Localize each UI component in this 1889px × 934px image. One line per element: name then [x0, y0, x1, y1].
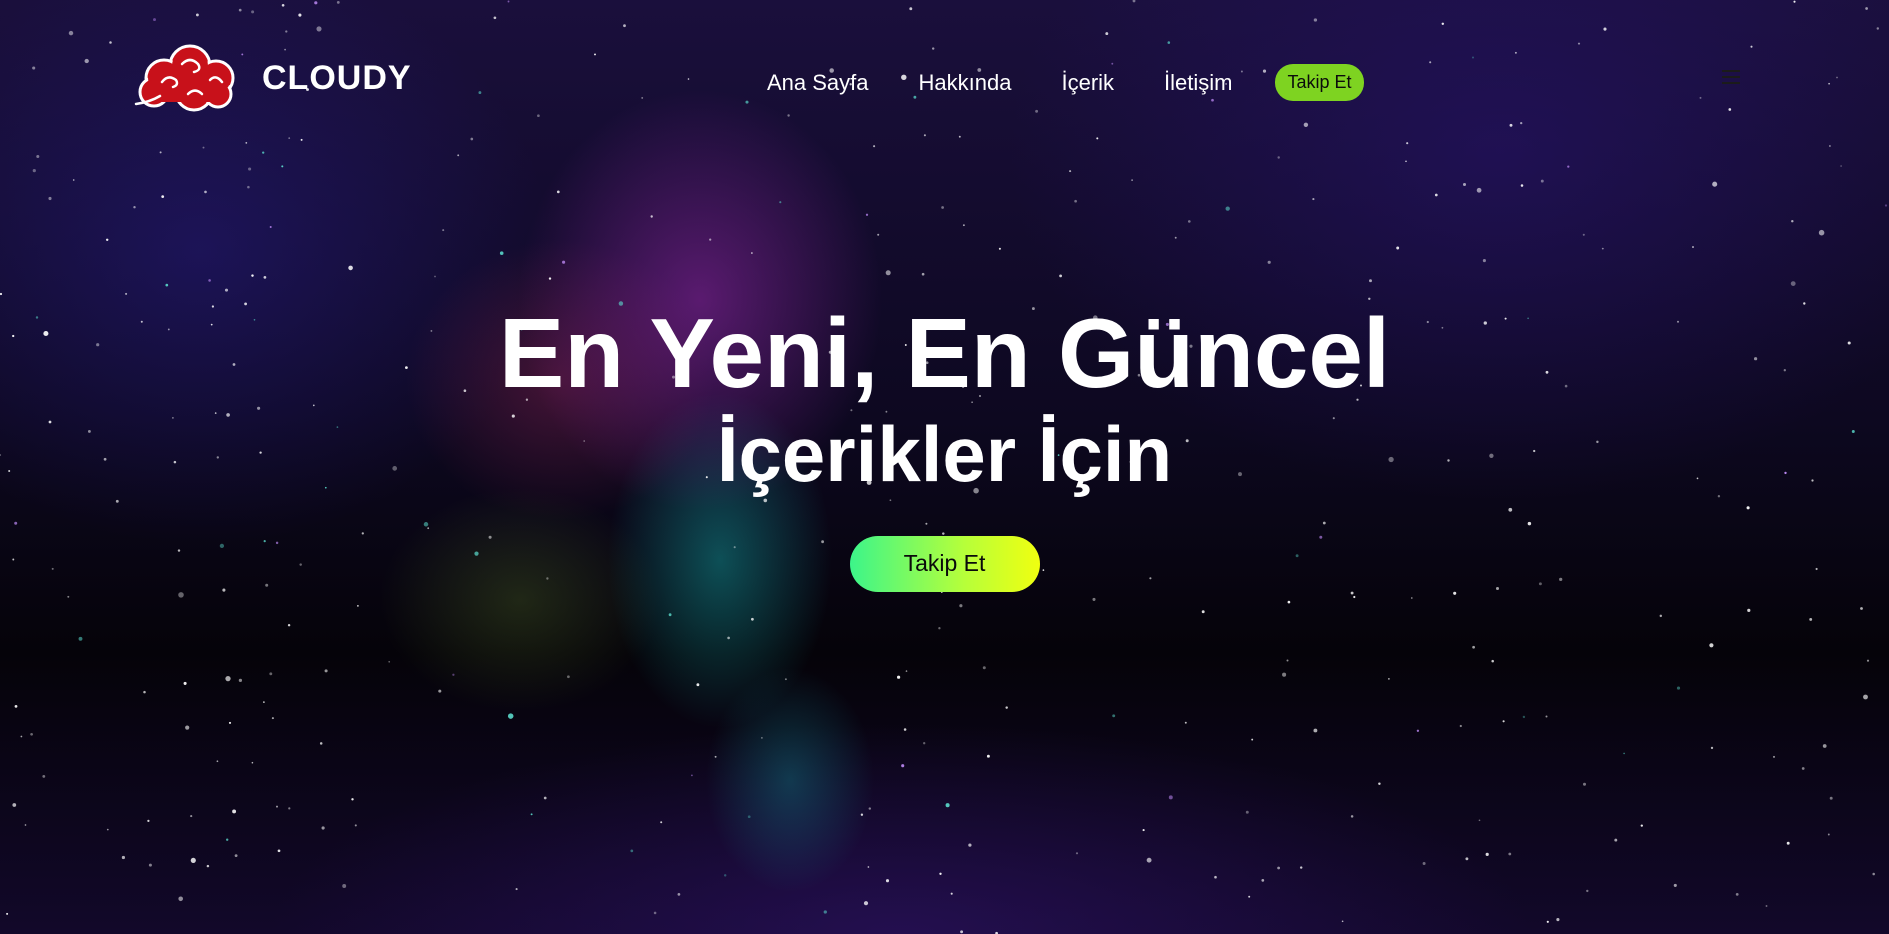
- nav-link-content[interactable]: İçerik: [1061, 70, 1114, 96]
- hero-title: En Yeni, En Güncel: [498, 298, 1391, 408]
- logo[interactable]: CLOUDY: [132, 42, 412, 114]
- nav-link-contact[interactable]: İletişim: [1164, 70, 1232, 96]
- page: CLOUDY Ana Sayfa Hakkında İçerik İletişi…: [0, 0, 1889, 934]
- nav-follow-button[interactable]: Takip Et: [1275, 64, 1364, 101]
- brand-name: CLOUDY: [262, 58, 412, 97]
- nav-link-home[interactable]: Ana Sayfa: [767, 70, 869, 96]
- hero-follow-button[interactable]: Takip Et: [849, 535, 1040, 592]
- main-nav: Ana Sayfa Hakkında İçerik İletişim Takip…: [767, 64, 1364, 101]
- hero-section: En Yeni, En Güncel İçerikler İçin Takip …: [0, 298, 1889, 592]
- red-cloud-icon: [134, 44, 235, 112]
- navbar: CLOUDY Ana Sayfa Hakkında İçerik İletişi…: [0, 0, 1889, 160]
- hamburger-icon[interactable]: [1722, 70, 1740, 84]
- nav-link-about[interactable]: Hakkında: [919, 70, 1012, 96]
- hero-subtitle: İçerikler İçin: [716, 409, 1173, 498]
